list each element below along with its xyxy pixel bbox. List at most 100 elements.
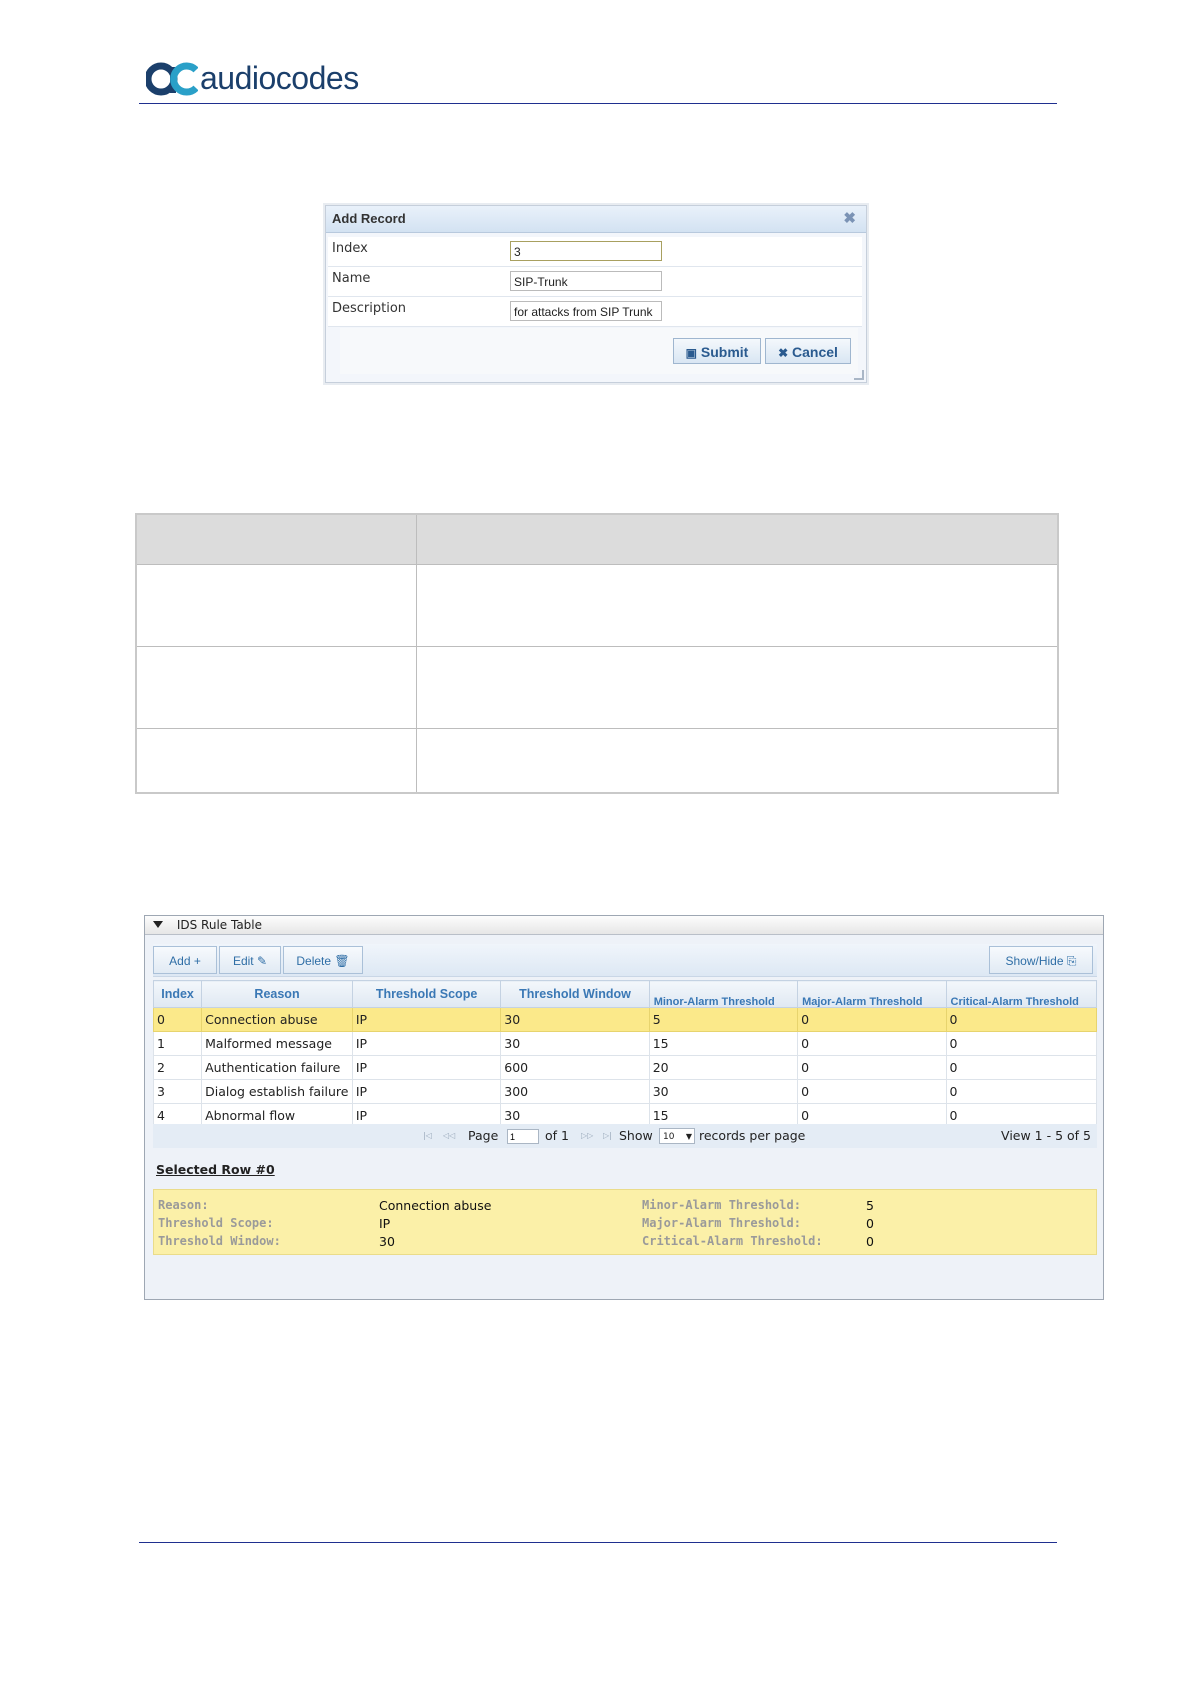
- prev-page-icon[interactable]: ◁◁: [443, 1124, 455, 1148]
- cell-window: 300: [500, 1079, 650, 1104]
- cell-major: 0: [797, 1007, 947, 1032]
- cell-reason: Malformed message: [201, 1031, 353, 1056]
- collapse-icon[interactable]: [153, 921, 163, 928]
- panel-title-bar[interactable]: IDS Rule Table: [145, 916, 1103, 935]
- add-record-dialog: Add Record ✖ Index 3 Name SIP-Trunk Desc…: [325, 205, 867, 383]
- cell-index: 2: [152, 1055, 203, 1080]
- cancel-button[interactable]: ✖ Cancel: [765, 338, 851, 364]
- ids-rule-table-panel: IDS Rule Table Add + Edit ✎ Delete 🗑 Sho…: [144, 915, 1104, 1300]
- page-label: Page: [468, 1128, 499, 1143]
- header-rule: [139, 103, 1057, 104]
- add-button[interactable]: Add +: [153, 946, 217, 974]
- cell-index: 1: [152, 1031, 203, 1056]
- cell-minor: 15: [648, 1031, 799, 1056]
- logo-mark-icon: [144, 59, 199, 97]
- cell-reason: Connection abuse: [201, 1007, 353, 1032]
- chevron-down-icon: ▼: [685, 1132, 692, 1141]
- detail-label-minor: Minor-Alarm Threshold:: [642, 1198, 801, 1212]
- edit-button[interactable]: Edit ✎: [219, 946, 281, 974]
- submit-label: Submit: [700, 344, 749, 360]
- row-divider: [137, 728, 1057, 729]
- panel-title: IDS Rule Table: [176, 918, 263, 932]
- table-row[interactable]: 0 Connection abuse IP 30 5 0 0: [152, 1007, 1097, 1032]
- detail-label-critical: Critical-Alarm Threshold:: [642, 1234, 823, 1248]
- save-icon: ▣: [685, 346, 697, 360]
- table-toolbar: Add + Edit ✎ Delete 🗑 Show/Hide ⎘: [153, 944, 1097, 977]
- pagination-bar: |◁ ◁◁ Page of 1 ▷▷ ▷| Show 10 ▼ records …: [153, 1124, 1097, 1148]
- resize-grip-icon[interactable]: [854, 370, 864, 380]
- export-icon: ⎘: [1066, 954, 1077, 968]
- cell-index: 3: [152, 1079, 203, 1104]
- ids-rule-grid: Index Reason Threshold Scope Threshold W…: [152, 980, 1097, 1128]
- cancel-label: Cancel: [792, 344, 838, 360]
- footer-rule: [139, 1542, 1057, 1543]
- detail-value-critical: 0: [866, 1234, 874, 1249]
- cell-scope: IP: [351, 1055, 502, 1080]
- cancel-icon: ✖: [778, 346, 789, 360]
- cell-critical: 0: [945, 1031, 1097, 1056]
- detail-value-major: 0: [866, 1216, 874, 1231]
- cell-scope: IP: [351, 1007, 502, 1032]
- per-page-value: 10: [663, 1132, 675, 1142]
- dialog-title: Add Record: [332, 211, 406, 226]
- name-input[interactable]: SIP-Trunk: [510, 271, 662, 291]
- table-row[interactable]: 1 Malformed message IP 30 15 0 0: [152, 1031, 1097, 1056]
- detail-label-window: Threshold Window:: [158, 1234, 281, 1248]
- show-hide-label: Show/Hide: [1005, 954, 1064, 968]
- table-row[interactable]: 2 Authentication failure IP 600 20 0 0: [152, 1055, 1097, 1080]
- last-page-icon[interactable]: ▷|: [603, 1124, 612, 1148]
- cell-scope: IP: [351, 1031, 502, 1056]
- field-label-name: Name: [332, 271, 371, 286]
- brand-name: audiocodes: [200, 59, 359, 96]
- column-header-reason[interactable]: Reason: [201, 980, 353, 1008]
- column-header-minor[interactable]: Minor-Alarm Threshold: [648, 980, 799, 1008]
- field-label-index: Index: [332, 241, 368, 256]
- column-header-window[interactable]: Threshold Window: [500, 980, 650, 1008]
- cell-minor: 5: [648, 1007, 799, 1032]
- cell-minor: 30: [648, 1079, 799, 1104]
- submit-button[interactable]: ▣ Submit: [673, 338, 761, 364]
- field-row-name: Name SIP-Trunk: [328, 267, 862, 297]
- column-header-critical[interactable]: Critical-Alarm Threshold: [945, 980, 1097, 1008]
- show-hide-button[interactable]: Show/Hide ⎘: [989, 946, 1093, 974]
- cell-window: 600: [500, 1055, 650, 1080]
- parameter-table: [135, 513, 1059, 794]
- detail-label-scope: Threshold Scope:: [158, 1216, 274, 1230]
- parameter-table-header: [137, 515, 1057, 565]
- cell-minor: 20: [648, 1055, 799, 1080]
- cell-reason: Authentication failure: [201, 1055, 353, 1080]
- detail-value-reason: Connection abuse: [379, 1198, 492, 1213]
- view-range-label: View 1 - 5 of 5: [1001, 1128, 1091, 1143]
- audiocodes-logo: audiocodes: [144, 58, 359, 98]
- cell-major: 0: [797, 1055, 947, 1080]
- column-header-scope[interactable]: Threshold Scope: [351, 980, 502, 1008]
- cell-window: 30: [500, 1031, 650, 1056]
- show-label: Show: [619, 1128, 653, 1143]
- detail-label-reason: Reason:: [158, 1198, 209, 1212]
- column-header-index[interactable]: Index: [152, 980, 203, 1008]
- column-header-major[interactable]: Major-Alarm Threshold: [797, 980, 947, 1008]
- per-page-select[interactable]: 10 ▼: [659, 1128, 695, 1144]
- description-input[interactable]: for attacks from SIP Trunk: [510, 301, 662, 321]
- delete-button[interactable]: Delete 🗑: [283, 946, 363, 974]
- next-page-icon[interactable]: ▷▷: [581, 1124, 593, 1148]
- row-details-panel: Reason: Connection abuse Threshold Scope…: [153, 1189, 1097, 1255]
- page-number-input[interactable]: [507, 1129, 539, 1144]
- field-row-index: Index 3: [328, 237, 862, 267]
- records-per-page-label: records per page: [699, 1128, 806, 1143]
- cell-critical: 0: [945, 1007, 1097, 1032]
- cell-major: 0: [797, 1031, 947, 1056]
- table-row[interactable]: 3 Dialog establish failure IP 300 30 0 0: [152, 1079, 1097, 1104]
- close-icon[interactable]: ✖: [843, 206, 856, 232]
- first-page-icon[interactable]: |◁: [423, 1124, 432, 1148]
- cell-major: 0: [797, 1079, 947, 1104]
- column-divider: [416, 515, 417, 792]
- cell-index: 0: [152, 1007, 203, 1032]
- cell-critical: 0: [945, 1079, 1097, 1104]
- cell-scope: IP: [351, 1079, 502, 1104]
- selected-row-title: Selected Row #0: [156, 1162, 275, 1177]
- dialog-footer: ▣ Submit ✖ Cancel: [340, 328, 858, 374]
- index-input[interactable]: 3: [510, 241, 662, 261]
- row-divider: [137, 646, 1057, 647]
- field-label-description: Description: [332, 301, 407, 316]
